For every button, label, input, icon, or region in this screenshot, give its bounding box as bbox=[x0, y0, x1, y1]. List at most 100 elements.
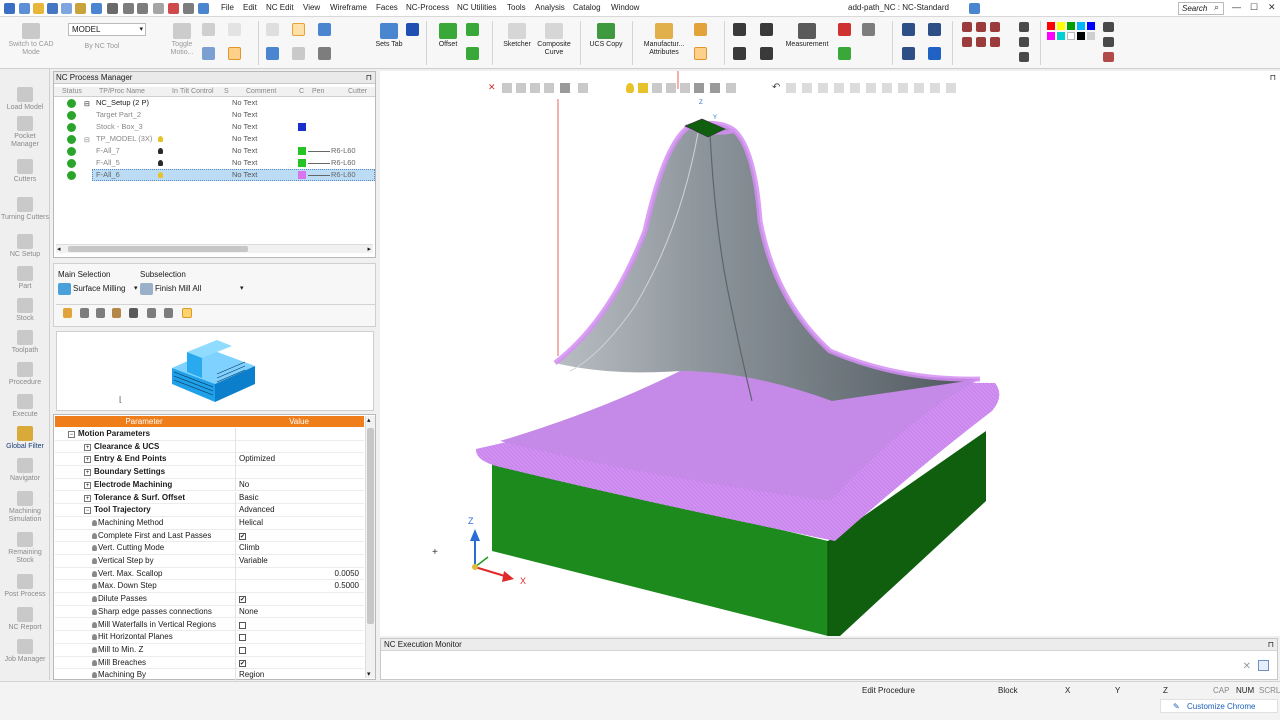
execute-icon[interactable] bbox=[182, 308, 192, 318]
solid-icon[interactable] bbox=[466, 47, 479, 60]
open-icon[interactable] bbox=[33, 3, 44, 14]
view-front-icon[interactable] bbox=[976, 22, 986, 32]
zoom-all-icon[interactable] bbox=[902, 47, 915, 60]
tool-icon[interactable] bbox=[202, 47, 215, 60]
zoom-icon[interactable] bbox=[183, 3, 194, 14]
parameter-value[interactable] bbox=[235, 466, 363, 479]
model-dropdown[interactable]: MODEL ▾ bbox=[68, 23, 146, 36]
grid-icon[interactable] bbox=[228, 23, 241, 36]
edit-geometry-icon[interactable] bbox=[63, 308, 72, 318]
rail-part[interactable]: Part bbox=[0, 266, 50, 291]
lightbulb-icon[interactable] bbox=[158, 148, 163, 154]
view-side-icon[interactable] bbox=[990, 22, 1000, 32]
lightbulb-icon[interactable] bbox=[158, 160, 163, 166]
stop-icon[interactable] bbox=[168, 3, 179, 14]
color-white-swatch[interactable] bbox=[1067, 32, 1075, 40]
parameter-value[interactable]: No bbox=[235, 478, 363, 492]
vertical-scrollbar[interactable]: ▴ ▾ bbox=[365, 416, 375, 678]
lightbulb-icon[interactable] bbox=[92, 596, 97, 603]
scroll-up-icon[interactable]: ▴ bbox=[367, 416, 371, 424]
rail-stock[interactable]: Stock bbox=[0, 298, 50, 323]
lightbulb-icon[interactable] bbox=[158, 172, 163, 178]
color-cyan-swatch[interactable] bbox=[1077, 22, 1085, 30]
customize-chrome-button[interactable]: ✎ Customize Chrome bbox=[1160, 699, 1278, 713]
line-style-icon[interactable] bbox=[1103, 22, 1114, 32]
pen-color-swatch[interactable] bbox=[298, 159, 306, 167]
subselection-dropdown[interactable]: Finish Mill All ▾ bbox=[140, 282, 246, 296]
parameter-row[interactable]: + Clearance & UCS bbox=[55, 440, 364, 454]
lightbulb-icon[interactable] bbox=[92, 519, 97, 526]
parameter-checkbox[interactable] bbox=[239, 646, 246, 654]
menu-file[interactable]: File bbox=[221, 3, 234, 12]
menu-view[interactable]: View bbox=[303, 3, 320, 12]
zoom-in-icon[interactable] bbox=[902, 23, 915, 36]
view-back-icon[interactable] bbox=[976, 37, 986, 47]
color-icon[interactable] bbox=[838, 23, 851, 36]
maximize-button[interactable]: ☐ bbox=[1250, 2, 1258, 13]
lightbulb-icon[interactable] bbox=[92, 583, 97, 590]
parameter-value[interactable]: ✔ bbox=[235, 529, 363, 543]
parameter-value[interactable]: ✔ bbox=[235, 593, 363, 606]
tree-row-selected[interactable]: F-All_6 No Text R6-L60 bbox=[54, 169, 375, 181]
composite-curve-button[interactable]: Composite Curve bbox=[534, 23, 574, 57]
layer-icon[interactable] bbox=[198, 3, 209, 14]
undo-icon[interactable] bbox=[123, 3, 134, 14]
collapse-icon[interactable]: − bbox=[68, 431, 75, 438]
parameter-checkbox[interactable] bbox=[239, 621, 246, 629]
surface-icon[interactable] bbox=[466, 23, 479, 36]
parameter-row[interactable]: − Motion Parameters bbox=[55, 428, 364, 441]
parameter-row[interactable]: − Tool Trajectory Advanced bbox=[55, 504, 364, 517]
hidden-icon[interactable] bbox=[1019, 52, 1029, 62]
parameter-row[interactable]: Max. Down Step 0.5000 bbox=[55, 580, 364, 594]
pin-icon[interactable]: ⊓ bbox=[366, 72, 372, 84]
color-black-swatch[interactable] bbox=[1077, 32, 1085, 40]
rail-post-process[interactable]: Post Process bbox=[0, 574, 50, 599]
parameter-value[interactable]: Variable bbox=[235, 555, 363, 568]
menu-nc-edit[interactable]: NC Edit bbox=[266, 3, 294, 12]
menu-nc-process[interactable]: NC-Process bbox=[406, 3, 449, 12]
lightbulb-icon[interactable] bbox=[92, 608, 97, 615]
shade-icon[interactable] bbox=[838, 47, 851, 60]
properties-icon[interactable] bbox=[91, 3, 102, 14]
rail-nc-setup[interactable]: NC Setup bbox=[0, 234, 50, 259]
scroll-thumb[interactable] bbox=[68, 246, 248, 252]
tree-row[interactable]: Stock - Box_3 No Text bbox=[54, 121, 375, 133]
print-icon[interactable] bbox=[75, 3, 86, 14]
sketcher-button[interactable]: Sketcher bbox=[500, 23, 534, 49]
pin-icon[interactable]: ⊓ bbox=[1268, 639, 1274, 651]
zoom-window-icon[interactable] bbox=[928, 23, 941, 36]
ucs-copy-button[interactable]: UCS Copy bbox=[586, 23, 626, 49]
tree-row[interactable]: Target Part_2 No Text bbox=[54, 109, 375, 121]
parameter-value[interactable] bbox=[235, 631, 363, 644]
toggle-motion-button[interactable]: Toggle Motio... bbox=[165, 23, 199, 57]
menu-faces[interactable]: Faces bbox=[376, 3, 398, 12]
table-icon[interactable] bbox=[318, 47, 331, 60]
line-width-icon[interactable] bbox=[1103, 37, 1114, 47]
parameter-row[interactable]: + Electrode Machining No bbox=[55, 478, 364, 492]
refresh-icon[interactable] bbox=[153, 3, 164, 14]
parameter-value[interactable] bbox=[235, 428, 363, 441]
expand-icon[interactable]: + bbox=[84, 456, 91, 464]
parameter-value[interactable] bbox=[235, 440, 363, 454]
parameter-value[interactable]: Helical bbox=[235, 516, 363, 530]
color-teal-swatch[interactable] bbox=[1057, 32, 1065, 40]
expand-icon[interactable]: + bbox=[84, 494, 91, 502]
expand-icon[interactable]: + bbox=[84, 481, 91, 489]
menu-edit[interactable]: Edit bbox=[243, 3, 257, 12]
search-icon[interactable]: ⌕ bbox=[1214, 2, 1219, 13]
parameter-row[interactable]: Vert. Cutting Mode Climb bbox=[55, 542, 364, 555]
parameter-row[interactable]: Complete First and Last Passes ✔ bbox=[55, 529, 364, 543]
highlight-icon[interactable] bbox=[228, 47, 241, 60]
parameter-value[interactable] bbox=[235, 618, 363, 632]
parameter-checkbox[interactable]: ✔ bbox=[239, 532, 246, 540]
scroll-left-icon[interactable]: ◂ bbox=[57, 245, 61, 253]
rail-turning-cutters[interactable]: Turning Cutters bbox=[0, 197, 50, 222]
switch-cad-button[interactable]: Switch to CAD Mode bbox=[8, 23, 54, 57]
expand-icon[interactable]: + bbox=[84, 469, 91, 477]
close-button[interactable]: ✕ bbox=[1268, 2, 1276, 13]
menu-analysis[interactable]: Analysis bbox=[535, 3, 565, 12]
offset-button[interactable]: Offset bbox=[433, 23, 463, 49]
lightbulb-icon[interactable] bbox=[92, 634, 97, 641]
redo-icon[interactable] bbox=[137, 3, 148, 14]
pick-color-icon[interactable] bbox=[1103, 52, 1114, 62]
